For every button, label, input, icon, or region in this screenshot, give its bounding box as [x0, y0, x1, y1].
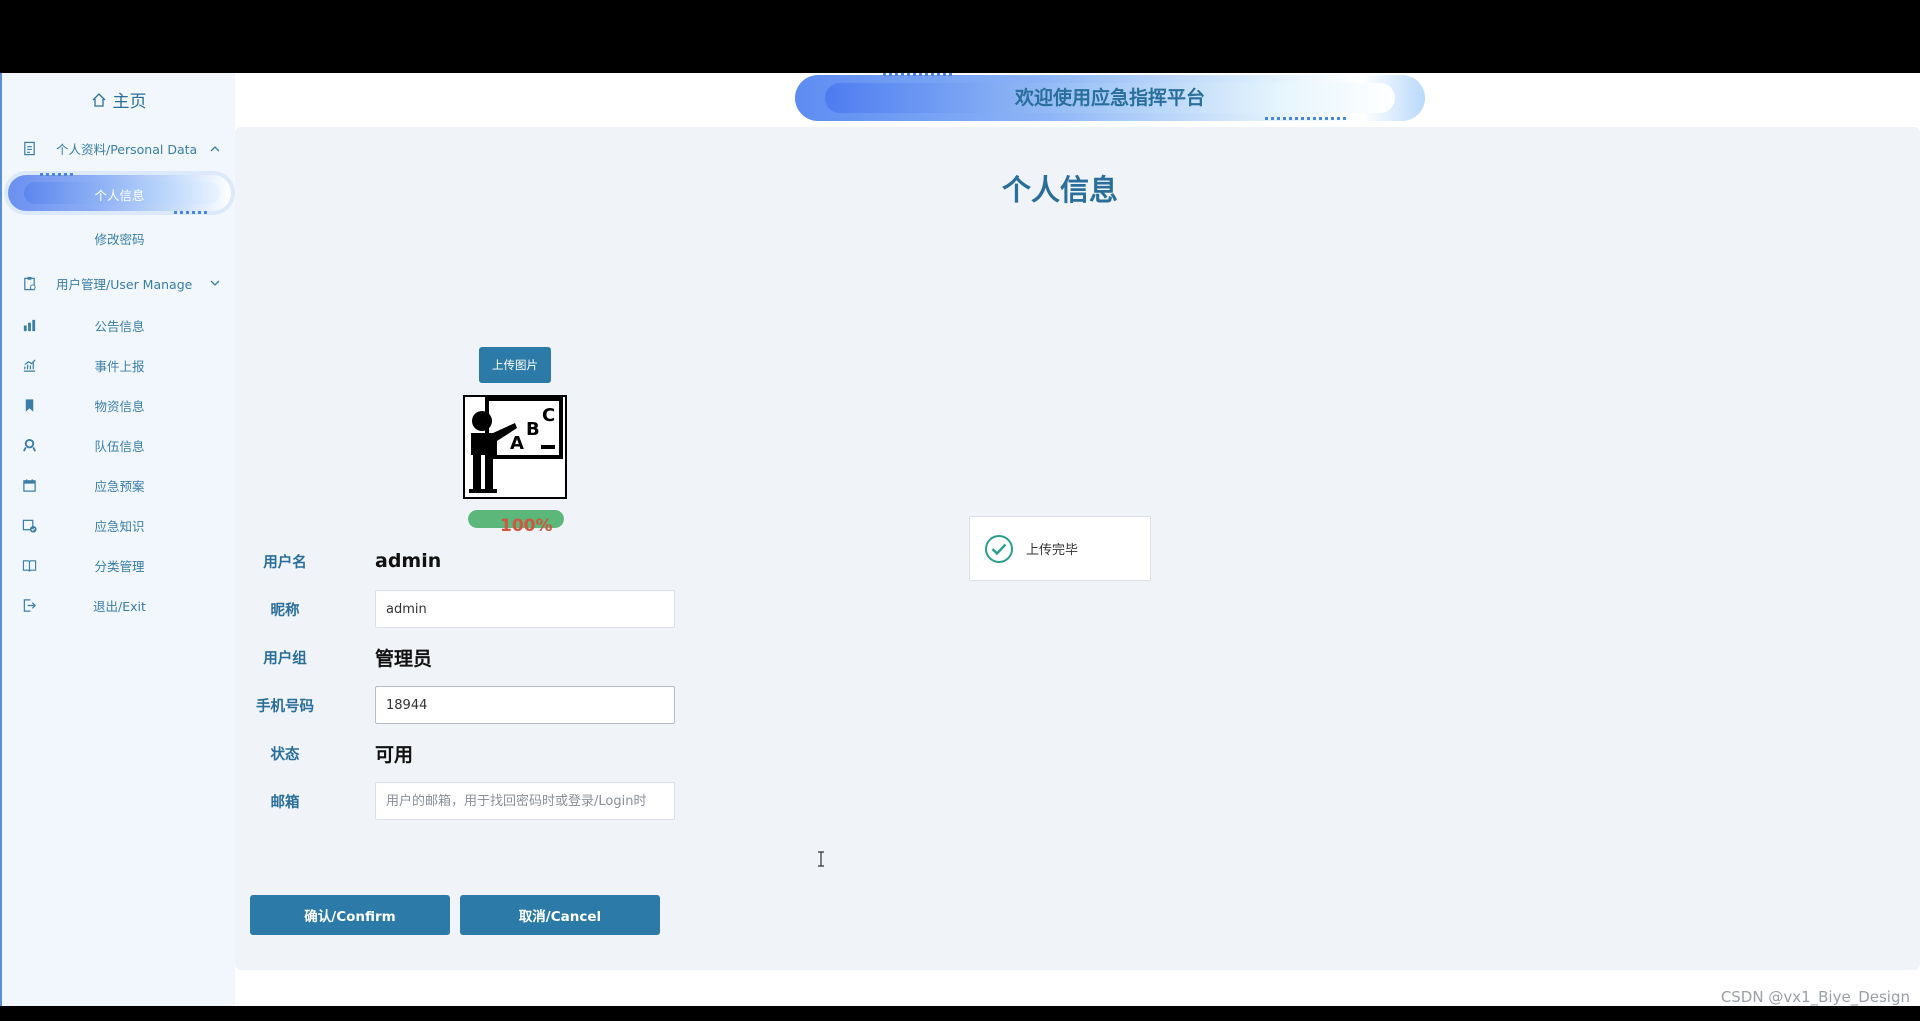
header-title: 欢迎使用应急指挥平台: [1014, 87, 1205, 109]
app-window: 主页 个人资料/Personal Data 个人信息 修改密码 用户管理/Use…: [0, 73, 1920, 1006]
sidebar-item-personal-info[interactable]: 个人信息: [2, 171, 235, 215]
sidebar-group-personal-data[interactable]: 个人资料/Personal Data: [2, 126, 235, 171]
status-label: 状态: [270, 746, 300, 763]
form-row-username: 用户名 admin: [235, 542, 735, 580]
text-cursor-icon: [818, 851, 824, 867]
upload-progress-text: 100%: [500, 516, 553, 536]
header: 欢迎使用应急指挥平台: [235, 73, 1920, 127]
upload-success-toast: 上传完毕: [969, 516, 1151, 581]
sidebar-item-materials[interactable]: 物资信息: [2, 385, 235, 425]
sidebar: 主页 个人资料/Personal Data 个人信息 修改密码 用户管理/Use…: [0, 73, 235, 1006]
svg-text:C: C: [542, 405, 555, 426]
sidebar-item-label: 应急知识: [94, 518, 145, 534]
sidebar-home[interactable]: 主页: [2, 73, 235, 126]
decorative-dots: [40, 173, 73, 176]
sidebar-item-label: 分类管理: [94, 558, 145, 574]
username-value: admin: [375, 550, 442, 572]
sidebar-item-announcement[interactable]: 公告信息: [2, 305, 235, 345]
form-row-group: 用户组 管理员: [235, 638, 735, 676]
form-row-nickname: 昵称: [235, 590, 735, 628]
sidebar-item-change-password[interactable]: 修改密码: [2, 215, 235, 261]
screen-bottom-bar: [0, 1006, 1920, 1021]
clipboard-icon: [24, 276, 36, 290]
email-label: 邮箱: [270, 794, 300, 811]
group-value: 管理员: [375, 647, 433, 670]
form-row-email: 邮箱: [235, 782, 735, 820]
svg-text:B: B: [526, 419, 540, 440]
sidebar-item-label: 应急预案: [94, 478, 145, 494]
sidebar-item-label: 公告信息: [94, 318, 145, 334]
sidebar-item-exit[interactable]: 退出/Exit: [2, 585, 235, 625]
toast-message: 上传完毕: [1026, 543, 1079, 558]
username-label: 用户名: [263, 554, 307, 571]
confirm-button[interactable]: 确认/Confirm: [250, 895, 450, 935]
form-row-status: 状态 可用: [235, 734, 735, 772]
header-banner: 欢迎使用应急指挥平台: [795, 73, 1425, 121]
sidebar-item-event-report[interactable]: 事件上报: [2, 345, 235, 385]
sidebar-group-label: 用户管理/User Manage: [56, 276, 193, 292]
sidebar-item-label: 事件上报: [94, 358, 145, 374]
sidebar-item-category[interactable]: 分类管理: [2, 545, 235, 585]
group-label: 用户组: [263, 650, 307, 667]
check-circle-icon: [985, 535, 1013, 563]
cancel-button[interactable]: 取消/Cancel: [460, 895, 660, 935]
chevron-down-icon: [210, 280, 220, 286]
sidebar-group-label: 个人资料/Personal Data: [56, 142, 198, 157]
sidebar-item-emergency-plan[interactable]: 应急预案: [2, 465, 235, 505]
sidebar-item-label: 个人信息: [94, 188, 145, 203]
main-content: 个人信息 上传图片 A B C 100% 用户名 admin 昵称 admin …: [235, 127, 1920, 970]
phone-input[interactable]: [375, 686, 675, 724]
watermark: CSDN @vx1_Biye_Design: [1720, 988, 1910, 1006]
page-title: 个人信息: [1001, 173, 1118, 207]
sidebar-item-label: 物资信息: [94, 398, 145, 414]
document-icon: [24, 141, 35, 156]
decorative-dots: [174, 211, 207, 214]
status-value: 可用: [375, 743, 414, 766]
sidebar-item-label: 退出/Exit: [93, 598, 146, 614]
avatar[interactable]: A B C: [463, 395, 567, 499]
sidebar-item-label: 修改密码: [94, 231, 145, 247]
phone-label: 手机号码: [256, 698, 314, 715]
sidebar-item-emergency-knowledge[interactable]: 应急知识: [2, 505, 235, 545]
form-row-phone: 手机号码: [235, 686, 735, 724]
home-icon: [92, 92, 105, 107]
email-input[interactable]: [375, 782, 675, 820]
chevron-up-icon: [210, 145, 220, 151]
sidebar-item-team[interactable]: 队伍信息: [2, 425, 235, 465]
nickname-label: 昵称: [270, 602, 300, 619]
teacher-icon: A B C: [465, 397, 565, 497]
upload-image-button[interactable]: 上传图片: [479, 347, 551, 383]
screen-top-bar: [0, 0, 1920, 73]
svg-text:A: A: [510, 433, 524, 454]
nickname-input[interactable]: [375, 590, 675, 628]
sidebar-group-user-manage[interactable]: 用户管理/User Manage: [2, 261, 235, 305]
sidebar-home-label: 主页: [112, 92, 147, 112]
sidebar-item-label: 队伍信息: [94, 438, 145, 454]
